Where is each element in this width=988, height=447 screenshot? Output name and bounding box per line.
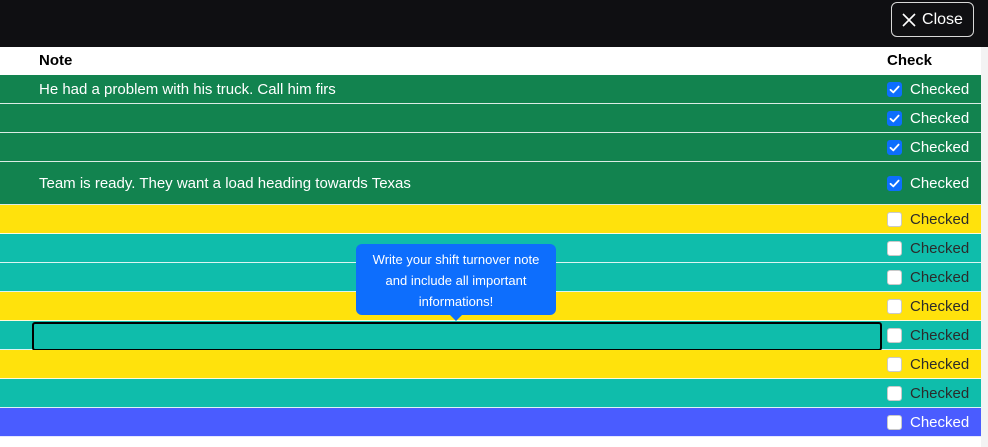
table-header: Note Check [0,47,981,75]
check-cell[interactable]: Checked [887,162,969,204]
close-icon [902,12,916,27]
top-bar: Close [0,0,988,47]
checkbox-unchecked[interactable] [887,356,902,372]
check-label: Checked [910,413,970,431]
checkbox-checked[interactable] [887,81,902,97]
check-label: Checked [910,138,970,156]
close-button-label: Close [922,10,963,28]
checkmark-icon [889,114,900,122]
column-header-check: Check [887,52,933,69]
note-cell[interactable]: He had a problem with his truck. Call hi… [39,75,336,103]
check-label: Checked [910,326,970,344]
checkbox-checked[interactable] [887,175,902,191]
check-cell[interactable]: Checked [887,408,969,436]
table-row[interactable]: He had a problem with his truck. Call hi… [0,75,981,104]
check-label: Checked [910,268,970,286]
check-cell[interactable]: Checked [887,205,969,233]
checkmark-icon [889,143,900,151]
checkbox-unchecked[interactable] [887,211,902,227]
note-cell[interactable]: Team is ready. They want a load heading … [39,162,411,204]
table-row[interactable]: Checked [0,321,981,351]
check-label: Checked [910,297,970,315]
table-row[interactable]: Checked [0,205,981,234]
checkbox-checked[interactable] [887,139,902,155]
column-header-note: Note [39,52,73,69]
close-button[interactable]: Close [891,2,974,37]
checkbox-unchecked[interactable] [887,269,902,285]
tooltip-text: Write your shift turnover note and inclu… [372,252,540,309]
table-row[interactable]: Checked [0,408,981,437]
check-label: Checked [910,384,970,402]
table-row[interactable]: Checked [0,379,981,408]
table-row[interactable]: Checked [0,133,981,162]
check-label: Checked [910,80,970,98]
note-input[interactable] [32,322,882,351]
check-cell[interactable]: Checked [887,379,969,407]
scrollbar[interactable] [981,47,988,447]
checkbox-unchecked[interactable] [887,240,902,256]
check-cell[interactable]: Checked [887,104,969,132]
check-label: Checked [910,174,970,192]
check-cell[interactable]: Checked [887,75,969,103]
check-cell[interactable]: Checked [887,263,969,291]
check-label: Checked [910,210,970,228]
table-row[interactable]: Checked [0,350,981,379]
checkbox-checked[interactable] [887,110,902,126]
checkbox-unchecked[interactable] [887,298,902,314]
check-label: Checked [910,239,970,257]
check-cell[interactable]: Checked [887,292,969,320]
check-cell[interactable]: Checked [887,350,969,378]
checkbox-unchecked[interactable] [887,385,902,401]
checkbox-unchecked[interactable] [887,327,902,343]
check-label: Checked [910,109,970,127]
checkbox-unchecked[interactable] [887,414,902,430]
checkmark-icon [889,179,900,187]
check-label: Checked [910,355,970,373]
check-cell[interactable]: Checked [887,321,969,349]
table-row[interactable]: Team is ready. They want a load heading … [0,162,981,205]
check-cell[interactable]: Checked [887,234,969,262]
checkmark-icon [889,85,900,93]
note-tooltip: Write your shift turnover note and inclu… [356,244,556,321]
table-row[interactable]: Checked [0,104,981,133]
check-cell[interactable]: Checked [887,133,969,161]
